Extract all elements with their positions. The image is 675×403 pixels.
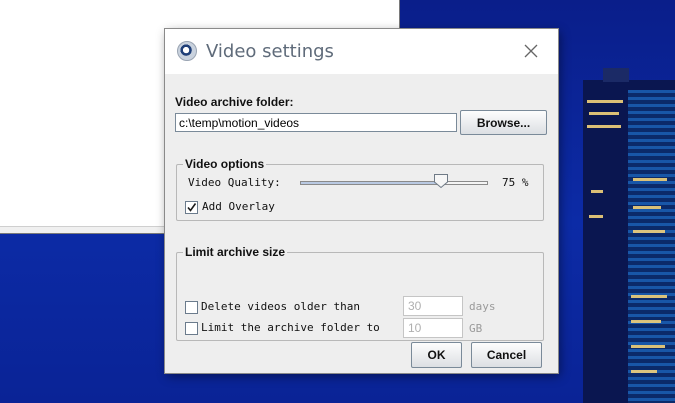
skyscraper-lights [587,125,621,128]
skyscraper-lights [631,295,667,298]
delete-old-videos-label: Delete videos older than [201,300,360,313]
delete-old-videos-checkbox[interactable] [185,301,198,314]
days-unit-label: days [469,300,496,313]
skyscraper-lights [631,320,661,323]
skyscraper-lights [591,190,603,193]
add-overlay-label: Add Overlay [202,200,275,213]
limit-archive-title: Limit archive size [183,245,288,259]
ok-button[interactable]: OK [411,342,462,368]
skyscraper-glass [628,90,675,403]
delete-days-input[interactable] [403,296,463,316]
video-options-title: Video options [183,157,267,171]
dialog-titlebar[interactable]: Video settings [165,29,558,74]
gb-unit-label: GB [469,322,483,335]
close-icon [524,44,538,58]
skyscraper-lights [631,345,665,348]
skyscraper-top [603,68,629,82]
skyscraper-lights [633,178,667,181]
cancel-button[interactable]: Cancel [471,342,542,368]
video-quality-label: Video Quality: [188,176,281,189]
skyscraper-lights [633,206,661,209]
dialog-content: Video archive folder: Browse... Video op… [165,74,558,373]
browse-button[interactable]: Browse... [460,110,547,135]
limit-folder-checkbox[interactable] [185,322,198,335]
archive-folder-input[interactable] [175,113,457,132]
add-overlay-checkbox[interactable] [185,201,198,214]
wallpaper-skyscraper [583,68,675,403]
skyscraper-lights [589,112,619,115]
skyscraper-lights [631,370,657,373]
limit-gb-input[interactable] [403,318,463,338]
checkmark-icon [187,203,197,212]
close-button[interactable] [515,37,547,65]
video-quality-slider-thumb[interactable] [433,173,449,189]
webcam-icon [177,41,197,61]
archive-folder-label: Video archive folder: [175,95,294,109]
video-quality-slider-fill [301,182,441,184]
video-settings-dialog: Video settings Video archive folder: Bro… [165,29,558,373]
limit-folder-label: Limit the archive folder to [201,321,380,334]
video-quality-value: 75 % [502,176,529,189]
video-quality-slider[interactable] [300,181,488,185]
skyscraper-lights [587,100,623,103]
dialog-title: Video settings [206,41,334,62]
skyscraper-lights [633,230,665,233]
skyscraper-lights [589,215,603,218]
